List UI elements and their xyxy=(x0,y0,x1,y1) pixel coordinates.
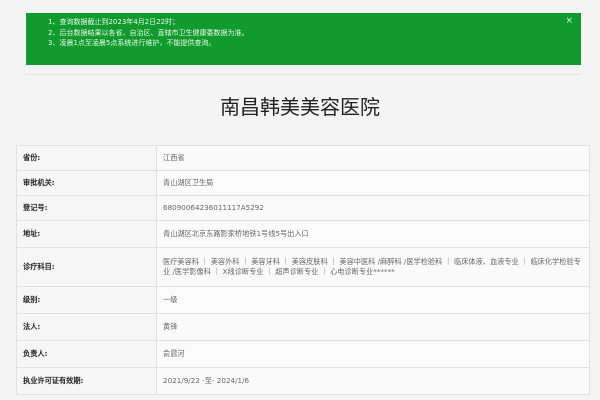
registration-number-label: 登记号: xyxy=(16,195,157,221)
notice-line-1: 1、查询数据截止到2023年4月2日22时； xyxy=(48,18,180,26)
notice-line-3: 3、凌晨1点至凌晨5点系统进行维护，不能提供查询。 xyxy=(48,39,216,47)
legal-person-value: 黄锋 xyxy=(156,313,590,341)
table-row: 地址: 青山湖区北京东路影家桥地铁1号线5号出入口 xyxy=(16,220,590,248)
page-title: 南昌韩美美容医院 xyxy=(220,95,380,119)
query-notice-banner: 1、查询数据截止到2023年4月2日22时； 2、后台数据结果以各省、自治区、直… xyxy=(26,13,581,65)
address-label: 地址: xyxy=(16,220,157,248)
legal-person-label: 法人: xyxy=(16,313,157,341)
approval-authority-label: 审批机关: xyxy=(16,170,157,196)
registration-number-value: 68090064236011117A5292 xyxy=(156,195,590,221)
divider xyxy=(26,74,581,75)
table-row: 法人: 黄锋 xyxy=(16,313,590,341)
address-value: 青山湖区北京东路影家桥地铁1号线5号出入口 xyxy=(156,220,590,248)
level-label: 级别: xyxy=(16,286,157,314)
level-value: 一级 xyxy=(156,286,590,314)
hospital-info-page: 1、查询数据截止到2023年4月2日22时； 2、后台数据结果以各省、自治区、直… xyxy=(0,0,600,400)
table-row: 级别: 一级 xyxy=(16,286,590,314)
table-row: 审批机关: 青山湖区卫生局 xyxy=(16,170,590,196)
table-row: 登记号: 68090064236011117A5292 xyxy=(16,195,590,221)
table-row: 执业许可证有效期: 2021/9/22 -至- 2024/1/6 xyxy=(16,367,590,395)
table-row: 省份: 江西省 xyxy=(16,145,590,171)
notice-line-2: 2、后台数据结果以各省、自治区、直辖市卫生健康委数据为准。 xyxy=(48,28,249,37)
table-row: 诊疗科目: 医疗美容科 ｜ 美容外科 ｜ 美容牙科 ｜ 美容皮肤科 ｜ 美容中医… xyxy=(16,247,590,287)
license-validity-value: 2021/9/22 -至- 2024/1/6 xyxy=(156,367,590,395)
license-validity-label: 执业许可证有效期: xyxy=(16,367,157,395)
province-value: 江西省 xyxy=(156,145,590,171)
responsible-person-label: 负责人: xyxy=(16,340,157,368)
province-label: 省份: xyxy=(16,145,157,171)
medical-subjects-value: 医疗美容科 ｜ 美容外科 ｜ 美容牙科 ｜ 美容皮肤科 ｜ 美容中医科 /麻醉科… xyxy=(156,247,590,287)
medical-subjects-label: 诊疗科目: xyxy=(16,247,157,287)
close-icon[interactable]: × xyxy=(565,16,573,26)
responsible-person-value: 俞晨河 xyxy=(156,340,590,368)
table-row: 负责人: 俞晨河 xyxy=(16,340,590,368)
hospital-info-table: 省份: 江西省 审批机关: 青山湖区卫生局 登记号: 6809006423601… xyxy=(16,145,590,395)
approval-authority-value: 青山湖区卫生局 xyxy=(156,170,590,196)
